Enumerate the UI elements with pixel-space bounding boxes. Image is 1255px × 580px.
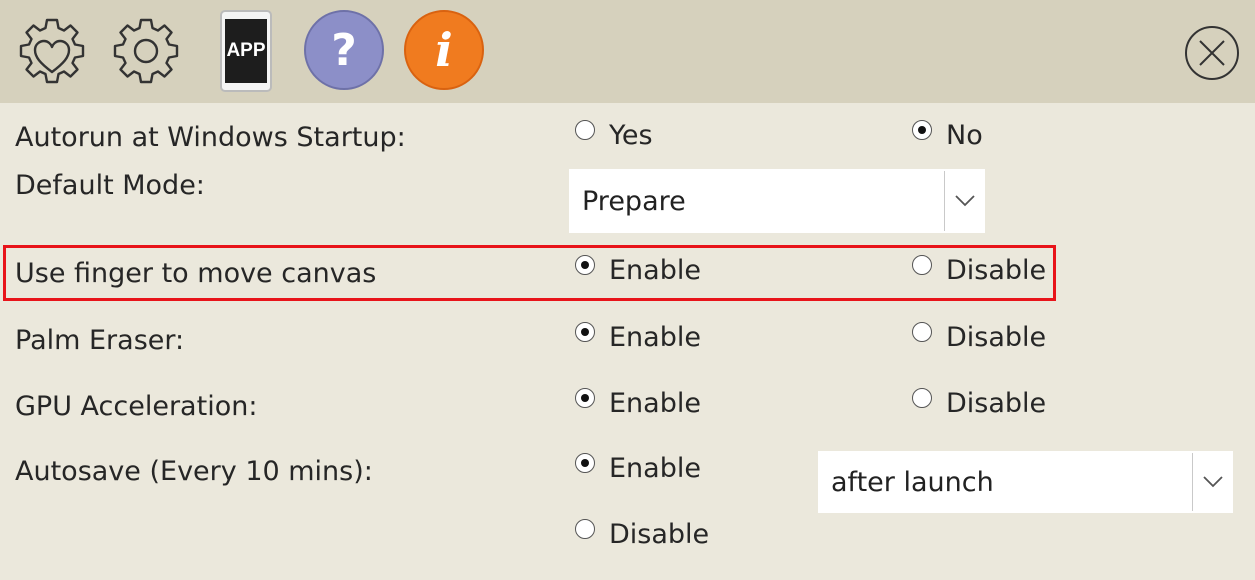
radio-circle — [575, 254, 595, 275]
palm-eraser-disable-label: Disable — [946, 322, 1047, 353]
radio-circle — [912, 119, 932, 140]
radio-circle — [912, 387, 932, 408]
radio-circle — [575, 321, 595, 342]
gpu-disable-label: Disable — [946, 388, 1047, 419]
autosave-enable-radio[interactable]: Enable — [575, 452, 701, 484]
help-icon-glyph: ? — [331, 24, 357, 76]
radio-circle — [575, 452, 595, 473]
info-icon-glyph: i — [435, 23, 453, 77]
gpu-disable-radio[interactable]: Disable — [912, 387, 1047, 419]
settings-gear-icon[interactable] — [108, 14, 184, 90]
palm-eraser-disable-radio[interactable]: Disable — [912, 321, 1047, 353]
autosave-timing-value: after launch — [831, 466, 994, 498]
finger-move-disable-radio[interactable]: Disable — [912, 254, 1047, 286]
gpu-enable-radio[interactable]: Enable — [575, 387, 701, 419]
autosave-disable-radio[interactable]: Disable — [575, 518, 710, 550]
radio-circle — [912, 254, 932, 275]
gpu-acceleration-label: GPU Acceleration: — [15, 391, 258, 422]
autosave-enable-label: Enable — [609, 453, 701, 484]
palm-eraser-label: Palm Eraser: — [15, 325, 185, 356]
palm-eraser-enable-radio[interactable]: Enable — [575, 321, 701, 353]
chevron-down-icon[interactable] — [1193, 475, 1233, 489]
radio-circle — [575, 119, 595, 140]
palm-eraser-enable-label: Enable — [609, 322, 701, 353]
chevron-down-icon[interactable] — [945, 194, 985, 208]
autorun-label: Autorun at Windows Startup: — [15, 122, 406, 153]
app-icon[interactable]: APP — [220, 10, 272, 92]
finger-move-enable-radio[interactable]: Enable — [575, 254, 701, 286]
autosave-disable-label: Disable — [609, 519, 710, 550]
radio-circle — [575, 518, 595, 539]
finger-move-enable-label: Enable — [609, 255, 701, 286]
autosave-timing-select[interactable]: after launch — [818, 451, 1233, 513]
autorun-yes-label: Yes — [609, 120, 653, 151]
radio-circle — [575, 387, 595, 408]
default-mode-label: Default Mode: — [15, 170, 205, 201]
app-icon-label: APP — [226, 40, 266, 61]
help-icon[interactable]: ? — [304, 10, 384, 90]
default-mode-value: Prepare — [582, 185, 686, 217]
gpu-enable-label: Enable — [609, 388, 701, 419]
toolbar: APP ? i — [0, 0, 1255, 103]
close-icon[interactable] — [1183, 24, 1241, 82]
autorun-no-radio[interactable]: No — [912, 119, 983, 151]
finger-move-label: Use finger to move canvas — [15, 258, 377, 289]
info-icon[interactable]: i — [404, 10, 484, 90]
autorun-no-label: No — [946, 120, 983, 151]
autosave-label: Autosave (Every 10 mins): — [15, 456, 373, 487]
autorun-yes-radio[interactable]: Yes — [575, 119, 653, 151]
finger-move-disable-label: Disable — [946, 255, 1047, 286]
radio-circle — [912, 321, 932, 342]
default-mode-select[interactable]: Prepare — [569, 169, 985, 233]
settings-heart-icon[interactable] — [14, 14, 90, 90]
